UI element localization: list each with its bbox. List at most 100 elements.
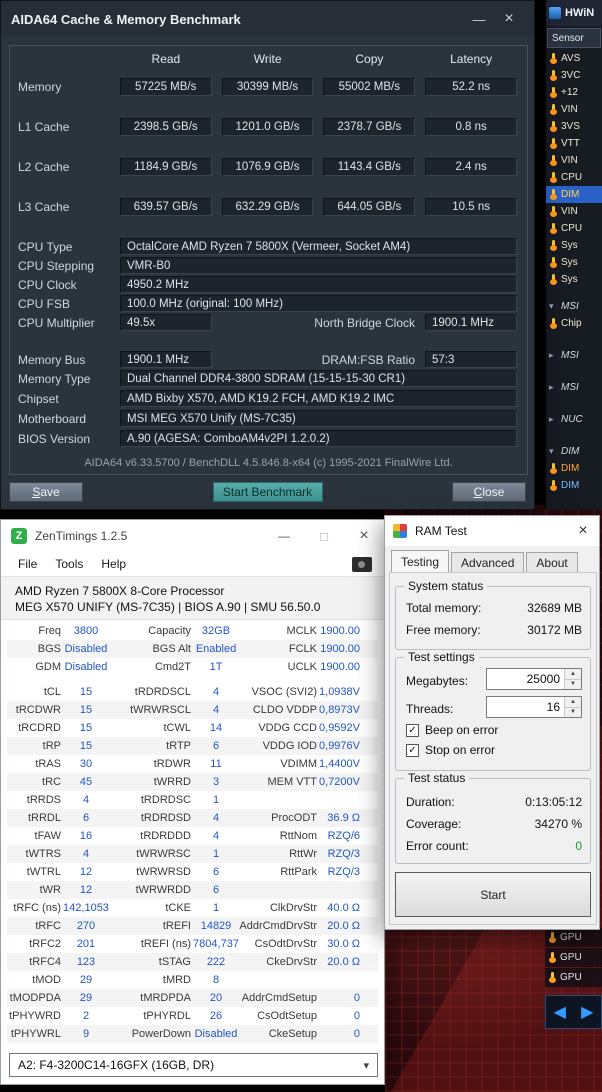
hwinfo-titlebar[interactable]: HWiN — [546, 0, 602, 26]
timing-label: BGS Alt — [152, 643, 191, 655]
copy-value: 2378.7 GB/s — [323, 118, 416, 136]
read-value: 639.57 GB/s — [119, 198, 212, 216]
sensor-tree-item[interactable]: NUC — [546, 411, 602, 428]
megabytes-input[interactable]: 25000 — [486, 668, 582, 690]
sensor-item[interactable]: VIN — [546, 203, 602, 220]
sensor-tree-item[interactable]: DIM — [546, 460, 602, 477]
threads-input[interactable]: 16 — [486, 696, 582, 718]
sensor-item[interactable]: Sys — [546, 254, 602, 271]
sensor-tree-item[interactable]: Chip — [546, 315, 602, 332]
tab[interactable]: About — [526, 552, 578, 572]
maximize-icon[interactable] — [304, 520, 344, 552]
timing-label: tPHYWRL — [10, 1028, 61, 1040]
sensor-item[interactable]: 3VC — [546, 67, 602, 84]
benchmark-row: L1 Cache 2398.5 GB/s 1201.0 GB/s 2378.7 … — [18, 118, 527, 136]
duration-row: Duration: 0:13:05:12 — [406, 793, 582, 811]
copy-value: 1143.4 GB/s — [323, 158, 416, 176]
timing-label: tCKE — [165, 902, 191, 914]
sensor-tree-item[interactable]: MSI — [546, 298, 602, 315]
gpu-sensor-item[interactable]: GPU — [545, 948, 602, 967]
sensor-tree-item[interactable]: DIM — [546, 443, 602, 460]
timing-label: CLDO VDDP — [252, 704, 317, 716]
timing-label: tWRRD — [153, 776, 191, 788]
timing-label: tRC — [42, 776, 61, 788]
timing-label: tRDRDSD — [140, 812, 191, 824]
memory-bus-value: 1900.1 MHz — [120, 351, 212, 368]
tab[interactable]: Advanced — [451, 552, 525, 572]
sensor-item-label: MSI — [561, 382, 579, 393]
aida64-titlebar[interactable]: AIDA64 Cache & Memory Benchmark — [1, 1, 534, 37]
timing-label: Cmd2T — [154, 661, 191, 673]
tab[interactable]: Testing — [391, 550, 450, 572]
sensor-item[interactable]: VTT — [546, 135, 602, 152]
close-icon[interactable] — [494, 10, 524, 28]
save-button[interactable]: Save — [9, 482, 83, 502]
benchmark-row-label: L1 Cache — [18, 120, 70, 134]
write-value: 1201.0 GB/s — [221, 118, 314, 136]
info-value: OctalCore AMD Ryzen 7 5800X (Vermeer, So… — [120, 238, 517, 255]
start-benchmark-button[interactable]: Start Benchmark — [212, 482, 323, 502]
clocks-row: BGS Disabled BGS Alt Enabled FCLK 1900.0… — [7, 640, 378, 658]
sensor-item-label: Sys — [561, 240, 578, 251]
desktop: HWiN Sensor AVS 3VC +12 VIN 3VS VTT VIN … — [0, 0, 602, 1092]
minimize-icon[interactable] — [264, 520, 304, 552]
beep-on-error-checkbox[interactable]: Beep on error — [406, 722, 498, 738]
close-button[interactable]: Close — [452, 482, 526, 502]
decrement-button[interactable] — [565, 679, 581, 689]
minimize-icon[interactable] — [464, 12, 494, 27]
zentimings-titlebar[interactable]: Z ZenTimings 1.2.5 — [1, 520, 384, 552]
decrement-button[interactable] — [565, 707, 581, 717]
sensor-item[interactable]: 3VS — [546, 118, 602, 135]
button-label: Start — [480, 887, 506, 902]
info-row: CPU FSB 100.0 MHz (original: 100 MHz) — [18, 295, 527, 312]
timing-value: 1900.00 — [320, 643, 360, 655]
sensor-item[interactable]: Sys — [546, 237, 602, 254]
system-info-table: Memory Type Dual Channel DDR4-3800 SDRAM… — [18, 370, 527, 447]
timing-label: tRRDL — [27, 812, 61, 824]
menu-item[interactable]: Tools — [46, 557, 92, 571]
next-page-arrow-button[interactable] — [574, 996, 602, 1028]
timing-value: 0,9592V — [319, 722, 360, 734]
sensor-item[interactable]: VIN — [546, 152, 602, 169]
increment-button[interactable] — [565, 697, 581, 708]
sensor-tree-item[interactable]: DIM — [546, 477, 602, 494]
sensor-item[interactable]: VIN — [546, 101, 602, 118]
sensor-item[interactable]: +12 — [546, 84, 602, 101]
gpu-sensor-item[interactable]: GPU — [545, 928, 602, 947]
menu-item[interactable]: File — [9, 557, 46, 571]
menu-item[interactable]: Help — [92, 557, 135, 571]
gpu-sensor-item[interactable]: GPU — [545, 968, 602, 987]
screenshot-icon[interactable] — [352, 556, 372, 572]
info-label: BIOS Version — [18, 431, 91, 446]
dimm-selector[interactable]: A2: F4-3200C14-16GFX (16GB, DR) — [9, 1053, 378, 1077]
sensor-item[interactable]: CPU — [546, 169, 602, 186]
sensor-item[interactable]: Sys — [546, 271, 602, 288]
prev-page-arrow-button[interactable] — [546, 996, 574, 1028]
timing-label: tWR — [39, 884, 61, 896]
stop-on-error-checkbox[interactable]: Stop on error — [406, 742, 495, 758]
increment-button[interactable] — [565, 669, 581, 680]
timing-value: 12 — [79, 866, 93, 878]
sensor-tree-item[interactable]: MSI — [546, 379, 602, 396]
close-icon[interactable] — [344, 520, 384, 552]
checkbox-checked-icon — [406, 743, 419, 757]
sensor-item[interactable]: DIM — [546, 186, 602, 203]
megabytes-value[interactable]: 25000 — [487, 669, 564, 689]
ramtest-titlebar[interactable]: RAM Test — [385, 516, 599, 546]
button-label: Save — [32, 485, 60, 499]
sensor-item[interactable]: CPU — [546, 220, 602, 237]
timing-value: Disabled — [64, 643, 108, 655]
timing-label: tRCDRD — [18, 722, 61, 734]
clocks-table: Freq 3800 Capacity 32GB MCLK 1900.00 BGS… — [1, 622, 384, 676]
close-icon[interactable] — [567, 516, 599, 546]
sensor-section-header[interactable]: Sensor — [547, 28, 601, 48]
threads-value[interactable]: 16 — [487, 697, 564, 717]
sensor-item[interactable]: AVS — [546, 50, 602, 67]
timing-row: tRFC2 201 tREFI (ns) 7804,737 CsOdtDrvSt… — [7, 935, 378, 953]
start-button[interactable]: Start — [395, 872, 591, 917]
timing-value: 1 — [212, 902, 220, 914]
thermometer-icon — [548, 52, 559, 65]
info-label: CPU Multiplier — [18, 315, 95, 330]
sensor-tree-item[interactable]: MSI — [546, 347, 602, 364]
info-value: A.90 (AGESA: ComboAM4v2PI 1.2.0.2) — [120, 430, 517, 447]
